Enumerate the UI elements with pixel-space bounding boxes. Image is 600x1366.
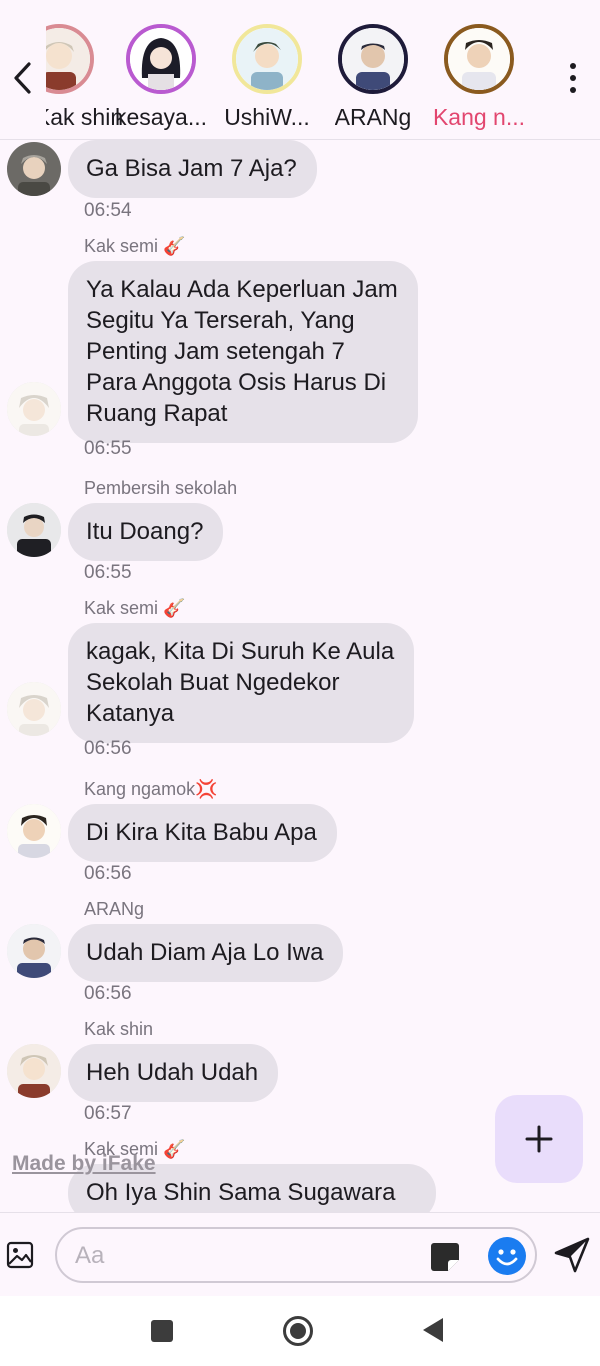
image-button[interactable] [6,1241,34,1269]
member-avatar [46,24,94,94]
message-time: 06:56 [84,863,132,884]
system-nav-bar [0,1296,600,1366]
recent-apps-button[interactable] [151,1320,173,1342]
sender-name: Kak semi 🎸 [84,598,186,618]
message-list[interactable]: Ga Bisa Jam 7 Aja? 06:54 Kak semi 🎸 Ya K… [0,140,600,1212]
add-button[interactable] [495,1095,583,1183]
message-bubble[interactable]: Di Kira Kita Babu Apa [68,804,337,862]
sender-avatar [7,382,61,436]
member-avatar [444,24,514,94]
sender-avatar [7,142,61,196]
message-bubble[interactable]: Udah Diam Aja Lo Iwa [68,924,344,982]
sender-name: Kang ngamok💢 [84,779,218,799]
member-avatar [338,24,408,94]
message-time: 06:57 [84,1103,132,1124]
members-strip[interactable]: Kak shin kesaya... [46,24,556,134]
sender-avatar [7,1044,61,1098]
sticker-icon [431,1243,459,1271]
back-nav-button[interactable] [421,1316,445,1344]
smiley-icon [488,1237,526,1275]
member-name: ARANg [334,104,412,130]
sender-name: Kak shin [84,1019,154,1039]
more-vertical-icon[interactable] [558,58,588,98]
message-time: 06:56 [84,738,132,759]
message-bubble[interactable]: Ya Kalau Ada Keperluan Jam Segitu Ya Ter… [68,261,418,443]
sender-avatar [7,924,61,978]
sender-name: Kak semi 🎸 [84,236,186,256]
image-icon [6,1241,34,1269]
back-button[interactable] [6,56,38,100]
sender-avatar [7,682,61,736]
sender-name: ARANg [84,899,145,919]
chat-header: Kak shin kesaya... [0,0,600,140]
sender-avatar [7,804,61,858]
member-name: kesaya... [114,104,208,130]
message-time: 06:55 [84,438,132,459]
message-input-box[interactable] [55,1227,537,1283]
member-avatar [126,24,196,94]
plus-icon [525,1125,553,1153]
member-ushiw[interactable]: UshiW... [214,24,320,134]
member-kang-ngamok[interactable]: Kang n... [426,24,532,134]
sticker-button[interactable] [429,1241,461,1273]
send-icon [554,1237,590,1273]
member-name: Kang n... [432,104,526,130]
message-time: 06:56 [84,983,132,1004]
message-time: 06:54 [84,200,132,221]
watermark: Made by iFake [12,1152,156,1175]
member-arang[interactable]: ARANg [320,24,426,134]
message-bubble[interactable]: Heh Udah Udah [68,1044,279,1102]
message-bubble[interactable]: Itu Doang? [68,503,224,561]
member-avatar [232,24,302,94]
sender-avatar [7,503,61,557]
member-kesaya[interactable]: kesaya... [108,24,214,134]
home-button[interactable] [282,1315,314,1347]
member-kak-shin[interactable]: Kak shin [46,24,123,134]
emoji-button[interactable] [487,1236,527,1276]
member-name: UshiW... [224,104,310,130]
message-composer [0,1212,600,1296]
message-input[interactable] [75,1239,415,1273]
send-button[interactable] [553,1237,591,1273]
sender-name: Pembersih sekolah [84,478,238,498]
message-bubble[interactable]: Ga Bisa Jam 7 Aja? [68,140,317,198]
message-time: 06:55 [84,562,132,583]
message-bubble[interactable]: kagak, Kita Di Suruh Ke Aula Sekolah Bua… [68,623,415,743]
home-circle-icon [283,1316,313,1346]
chevron-left-icon [14,62,31,94]
triangle-back-icon [423,1318,443,1342]
